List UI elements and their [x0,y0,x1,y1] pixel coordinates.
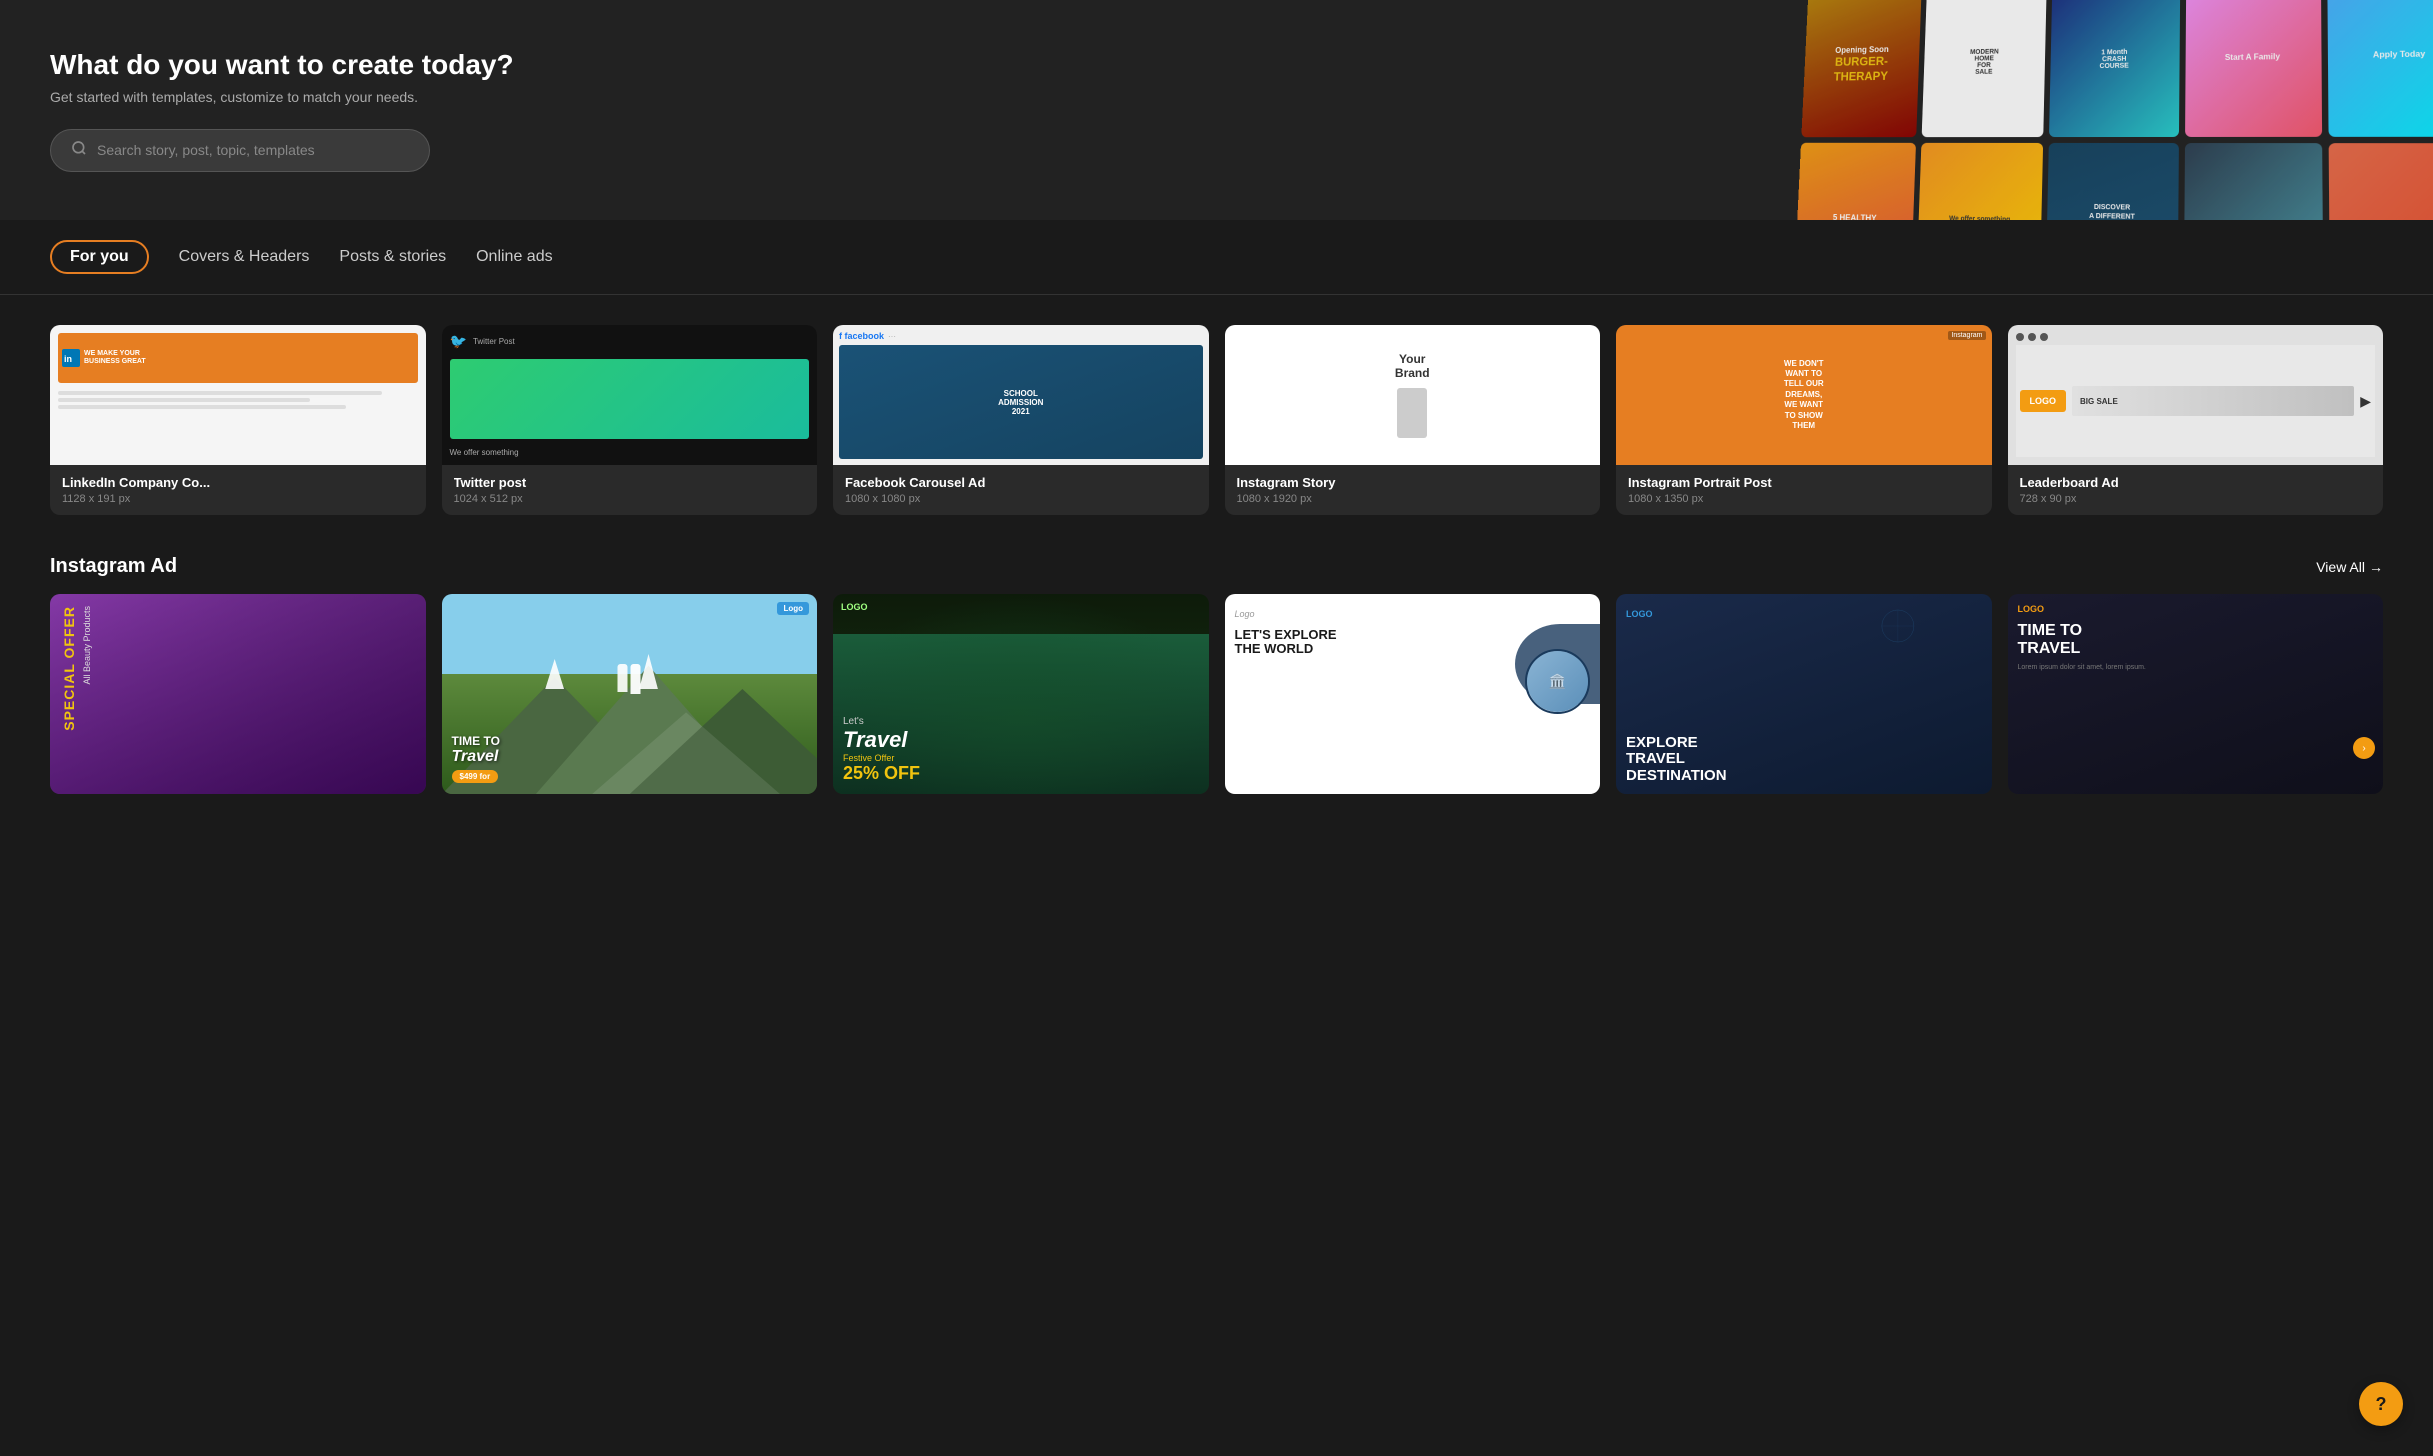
template-section: in WE MAKE YOURBUSINESS GREAT LinkedIn C… [0,295,2433,535]
ad6-title: TIME TO TRAVEL [2018,622,2374,657]
help-button[interactable]: ? [2359,1382,2403,1426]
template-name: Facebook Carousel Ad [845,475,1197,490]
template-name: Instagram Story [1237,475,1589,490]
ad-card-lets-travel[interactable]: LOGO Let's Travel Festive Offer 25% OFF [833,594,1209,794]
template-grid: in WE MAKE YOURBUSINESS GREAT LinkedIn C… [50,325,2383,515]
hero-card-3: 1 MonthCRASHCOURSE [2049,0,2179,137]
template-card-leaderboard[interactable]: LOGO BIG SALE ▶ Leaderboard Ad 728 x 90 … [2008,325,2384,515]
ad4-circular-img: 🏛️ [1525,649,1590,714]
ad4-title: LET'S EXPLORE THE WORLD [1235,628,1591,657]
tab-posts-stories[interactable]: Posts & stories [339,242,446,272]
ad6-nav-arrow[interactable]: › [2353,737,2375,759]
search-bar[interactable] [50,129,430,172]
hero-card-6: 5 HEALTHY [1794,143,1916,220]
ad2-logo-badge: Logo [777,602,809,615]
hero-card-7: We offer something [1916,143,2043,220]
hero-card-5: Apply Today [2327,0,2433,137]
search-icon [71,140,87,161]
people-figures [618,664,641,694]
ad5-content: EXPLORE TRAVEL DESTINATION [1626,735,1982,785]
ad-card-time-to-travel[interactable]: LOGO TIME TO TRAVEL Lorem ipsum dolor si… [2008,594,2384,794]
ad1-subtitle: All Beauty Products [82,606,94,685]
hero-card-2: MODERNHOMEFORSALE [1922,0,2047,137]
template-card-instagram-portrait[interactable]: Instagram WE DON'TWANT TOTELL OURDREAMS,… [1616,325,1992,515]
template-name: LinkedIn Company Co... [62,475,414,490]
template-card-linkedin[interactable]: in WE MAKE YOURBUSINESS GREAT LinkedIn C… [50,325,426,515]
tabs-bar: For you Covers & Headers Posts & stories… [0,220,2433,295]
ad-card-travel-mountains[interactable]: Logo TIME TO Travel $499 for [442,594,818,794]
twitter-icon: 🐦 [450,333,467,350]
template-size: 1080 x 1080 px [845,493,1197,505]
arrow-right-icon: → [2369,559,2383,575]
tab-covers-headers[interactable]: Covers & Headers [179,242,310,272]
ad4-logo: Logo [1235,609,1255,619]
hero-image-collage: Opening SoonBURGER-THERAPY MODERNHOMEFOR… [1794,0,2433,220]
ad-card-special-offer[interactable]: SPECIAL OFFER All Beauty Products [50,594,426,794]
li-logo: in [62,349,80,367]
template-name: Instagram Portrait Post [1628,475,1980,490]
hero-card-8: DISCOVERA DIFFERENTWORLD25% OFF [2046,143,2179,220]
hero-card-1: Opening SoonBURGER-THERAPY [1801,0,1921,137]
ad2-text: TIME TO Travel $499 for [452,734,500,784]
lb-arrow: ▶ [2360,393,2371,410]
hero-card-9: Fashion [2183,143,2323,220]
template-name: Leaderboard Ad [2020,475,2372,490]
ig-brand-text: YourBrand [1395,352,1430,381]
view-all-button[interactable]: View All → [2316,559,2383,575]
search-input[interactable] [97,142,409,158]
section-title: Instagram Ad [50,555,177,578]
tab-online-ads[interactable]: Online ads [476,242,553,272]
template-size: 1128 x 191 px [62,493,414,505]
hero-card-10: Food Recipe [2328,143,2433,220]
ad3-logo: LOGO [841,602,868,612]
template-size: 1080 x 1920 px [1237,493,1589,505]
ad-grid: SPECIAL OFFER All Beauty Products [50,594,2383,794]
section-header: Instagram Ad View All → [50,555,2383,578]
ad6-description: Lorem ipsum dolor sit amet, lorem ipsum. [2018,663,2374,673]
ad5-map [1804,594,1992,674]
igp-text: WE DON'TWANT TOTELL OURDREAMS,WE WANTTO … [1784,359,1824,432]
template-size: 1024 x 512 px [454,493,806,505]
hero-section: What do you want to create today? Get st… [0,0,2433,220]
template-card-facebook[interactable]: f facebook ··· SCHOOLADMISSION2021 Faceb… [833,325,1209,515]
tab-for-you[interactable]: For you [50,240,149,274]
template-size: 728 x 90 px [2020,493,2372,505]
template-size: 1080 x 1350 px [1628,493,1980,505]
instagram-ad-section: Instagram Ad View All → SPECIAL OFFER Al… [0,535,2433,814]
ad1-title: SPECIAL OFFER [62,606,76,731]
ad-card-explore-destination[interactable]: LOGO EXPLORE TRAVEL DESTINATION [1616,594,1992,794]
hero-subtitle: Get started with templates, customize to… [50,89,550,105]
facebook-icon: f facebook [839,331,884,341]
hero-content: What do you want to create today? Get st… [50,49,550,172]
template-card-instagram-story[interactable]: YourBrand Instagram Story 1080 x 1920 px [1225,325,1601,515]
hero-card-4: Start A Family [2185,0,2322,137]
template-name: Twitter post [454,475,806,490]
ig-person [1397,388,1427,438]
ad6-logo: LOGO [2018,604,2374,614]
ad3-content: Let's Travel Festive Offer 25% OFF [843,716,1199,784]
template-card-twitter[interactable]: 🐦 Twitter Post We offer something Twitte… [442,325,818,515]
ad-card-explore-world[interactable]: Logo LET'S EXPLORE THE WORLD 🏛️ [1225,594,1601,794]
hero-title: What do you want to create today? [50,49,550,81]
